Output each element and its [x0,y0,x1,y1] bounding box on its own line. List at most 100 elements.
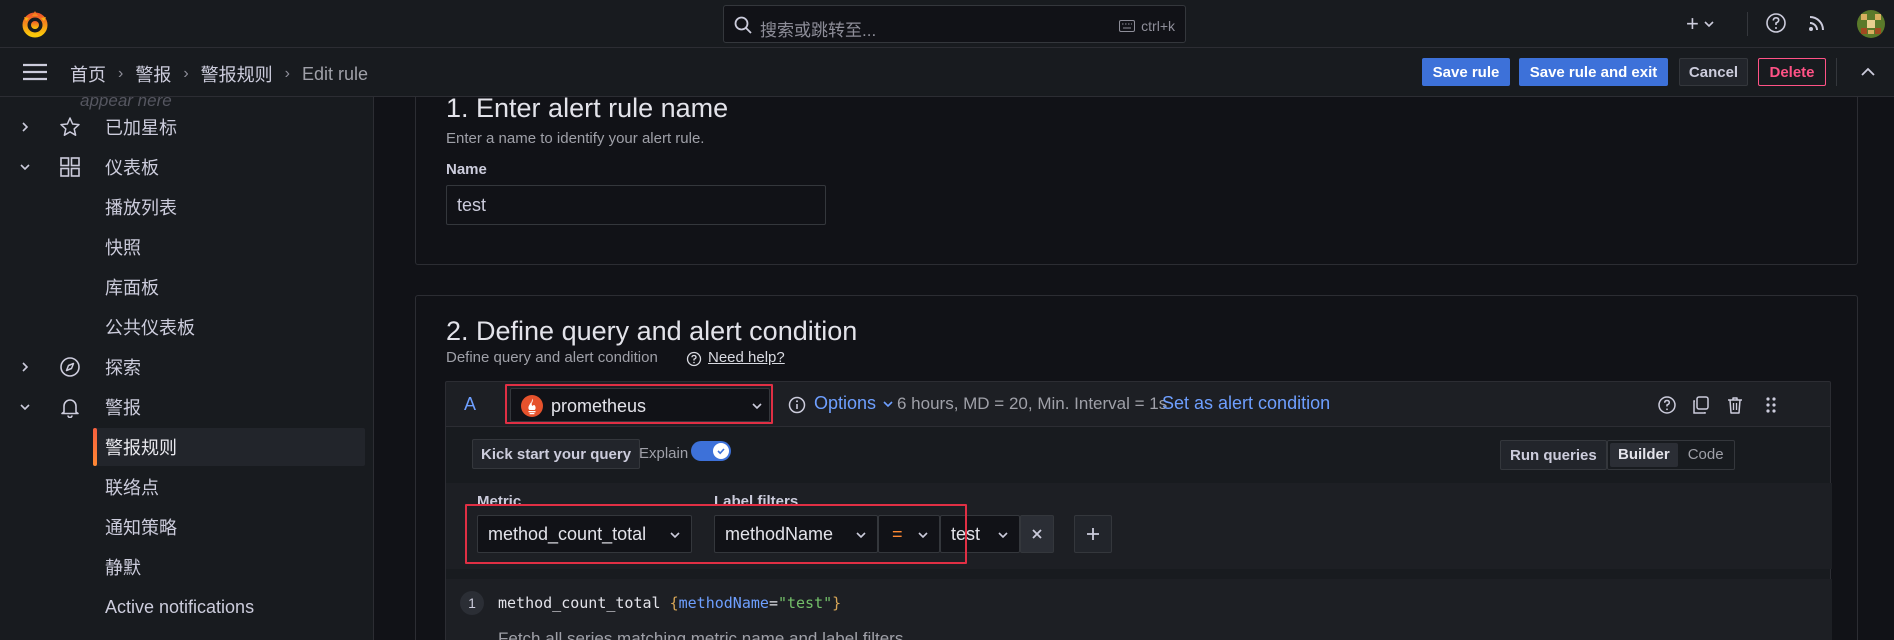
avatar-image [1857,10,1885,38]
sidebar-item-playlists[interactable]: 播放列表 [0,188,373,226]
menu-icon[interactable] [22,61,48,83]
search-bar[interactable]: 搜索或跳转至... ctrl+k [723,5,1186,43]
code-brace: } [832,594,842,612]
chevron-right-icon[interactable] [18,120,32,134]
metric-label: Metric [477,493,522,510]
chevron-up-icon[interactable] [1858,62,1878,82]
code-operator: = [768,594,778,612]
sidebar-item-starred[interactable]: 已加星标 [0,108,373,146]
sidebar-item-label: 探索 [105,358,141,378]
chevron-down-icon [1704,21,1714,28]
label-key-select[interactable]: methodName [714,515,878,553]
label-operator-select[interactable]: = [878,515,940,553]
delete-button[interactable]: Delete [1758,58,1826,86]
query-explanation: Fetch all series matching metric name an… [498,629,909,640]
label-value: test [951,523,981,544]
trash-icon[interactable] [1725,395,1745,415]
save-rule-button[interactable]: Save rule [1422,58,1510,86]
breadcrumb-home[interactable]: 首页 [70,61,106,87]
metric-select[interactable]: method_count_total [477,515,692,553]
code-brace: { [669,594,679,612]
search-shortcut: ctrl+k [1119,18,1175,34]
explain-toggle[interactable] [691,441,731,461]
drag-handle-icon[interactable] [1761,395,1781,415]
shortcut-text: ctrl+k [1141,18,1175,34]
label-value-select[interactable]: test [940,515,1020,553]
query-options-toggle[interactable]: Options [814,393,894,414]
sidebar-item-label: 警报规则 [105,438,177,458]
sidebar-item-library-panels[interactable]: 库面板 [0,268,373,306]
plus-icon [1087,528,1099,540]
remove-filter-button[interactable] [1020,515,1054,553]
sidebar-item-label: 静默 [105,558,141,578]
breadcrumb-separator: › [118,65,124,82]
close-icon [1032,529,1042,539]
code-mode-button[interactable]: Code [1680,443,1732,467]
chevron-right-icon[interactable] [18,360,32,374]
run-queries-button[interactable]: Run queries [1500,440,1607,470]
duplicate-icon[interactable] [1691,395,1711,415]
sidebar-item-notification-policies[interactable]: 通知策略 [0,508,373,546]
breadcrumb-alert-rules[interactable]: 警报规则 [201,61,273,87]
keyboard-icon [1119,20,1136,32]
query-preview: 1 method_count_total {methodName="test"}… [446,579,1832,640]
query-options-summary: 6 hours, MD = 20, Min. Interval = 1s [897,394,1168,413]
builder-mode-button[interactable]: Builder [1610,443,1678,467]
sidebar-item-label: 通知策略 [105,518,177,538]
metric-value: method_count_total [488,523,647,544]
user-avatar[interactable] [1857,10,1885,38]
set-alert-condition-link[interactable]: Set as alert condition [1162,393,1330,414]
main-content: 1. Enter alert rule name Enter a name to… [375,97,1894,640]
search-placeholder: 搜索或跳转至... [760,21,877,40]
bell-icon [61,399,79,418]
grafana-logo-icon[interactable] [20,9,50,39]
query-ref-id[interactable]: A [464,394,476,415]
help-icon[interactable] [1657,395,1677,415]
new-menu-button[interactable]: + [1686,11,1726,36]
breadcrumb-separator: › [284,65,290,82]
breadcrumb-alerting[interactable]: 警报 [135,61,171,87]
divider [1747,12,1748,36]
compass-icon [60,357,80,377]
add-filter-button[interactable] [1074,515,1112,553]
chevron-down-icon[interactable] [18,400,32,414]
explain-label: Explain [639,445,689,462]
info-icon[interactable] [788,396,806,414]
sidebar-item-label: 警报 [105,398,141,418]
kick-start-query-button[interactable]: Kick start your query [472,439,641,469]
code-label-key: methodName [678,594,769,612]
news-feed-icon[interactable] [1807,13,1827,33]
sidebar-item-alerting[interactable]: 警报 [0,388,373,426]
page-toolbar: 首页 › 警报 › 警报规则 › Edit rule Save rule Sav… [0,48,1894,97]
sidebar-item-snapshots[interactable]: 快照 [0,228,373,266]
chevron-down-icon [998,532,1008,539]
cancel-button[interactable]: Cancel [1679,58,1748,86]
sidebar-item-dashboards[interactable]: 仪表板 [0,148,373,186]
datasource-picker[interactable]: prometheus [510,388,770,422]
section-title: 1. Enter alert rule name [446,97,729,123]
sidebar-item-explore[interactable]: 探索 [0,348,373,386]
name-label: Name [446,161,487,178]
help-icon[interactable] [1765,12,1787,34]
sidebar-item-active-notifications[interactable]: Active notifications [0,588,373,626]
sidebar-item-silences[interactable]: 静默 [0,548,373,586]
sidebar-item-alert-rules[interactable]: 警报规则 [93,428,365,466]
check-icon [717,448,725,455]
sidebar-item-contact-points[interactable]: 联络点 [0,468,373,506]
sidebar-item-public-dashboards[interactable]: 公共仪表板 [0,308,373,346]
code-metric: method_count_total [498,594,661,612]
sidebar-item-label: 库面板 [105,278,159,298]
breadcrumb: 首页 › 警报 › 警报规则 › Edit rule [70,61,368,87]
star-icon [60,117,80,136]
toggle-knob [713,443,729,459]
rule-name-input[interactable]: test [446,185,826,225]
dashboards-icon [60,157,80,177]
top-bar: 搜索或跳转至... ctrl+k + [0,0,1894,48]
chevron-down-icon[interactable] [18,160,32,174]
section-description: Enter a name to identify your alert rule… [446,130,705,147]
help-circle-icon [686,351,702,367]
breadcrumb-current: Edit rule [301,63,369,84]
save-rule-exit-button[interactable]: Save rule and exit [1519,58,1668,86]
chevron-down-icon [883,400,893,407]
need-help-link[interactable]: Need help? [708,349,785,366]
